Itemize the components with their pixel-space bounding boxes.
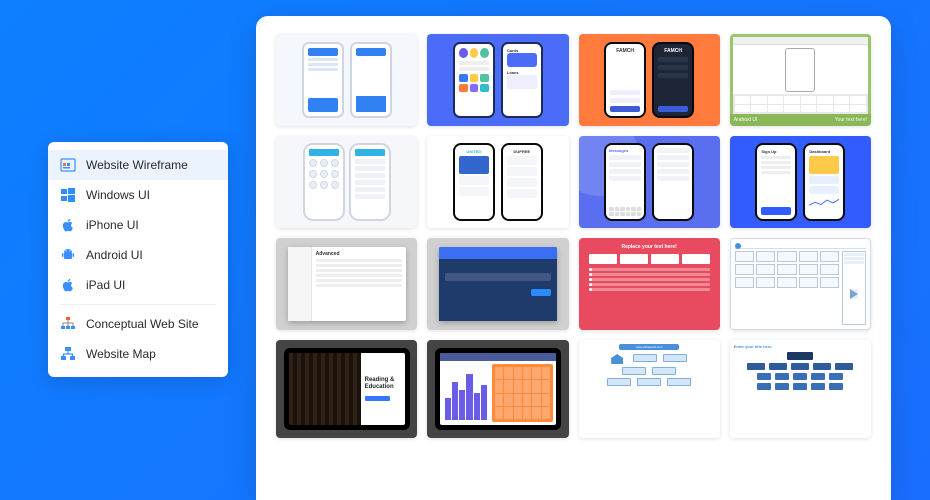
thumb-label: Sign Up [761, 149, 791, 154]
template-thumb[interactable]: Messages [579, 136, 720, 228]
thumb-title: Advanced [316, 251, 402, 257]
thumb-title: Enter your title here [734, 344, 867, 349]
template-thumb[interactable]: Reading & Education [276, 340, 417, 438]
sidebar-item-label: Conceptual Web Site [86, 317, 199, 331]
template-thumb[interactable]: UNITED DUPREE [427, 136, 568, 228]
sidebar-item-website-wireframe[interactable]: Website Wireframe [48, 150, 228, 180]
sidebar-item-label: Android UI [86, 248, 143, 262]
hierarchy-icon [60, 346, 76, 362]
sitemap-color-icon [60, 316, 76, 332]
sidebar-item-windows-ui[interactable]: Windows UI [48, 180, 228, 210]
sidebar-item-ipad-ui[interactable]: iPad UI [48, 270, 228, 300]
thumbnail-grid: CardsLoans FAMCH FAMCH Android UIYour te… [276, 34, 871, 438]
template-thumb[interactable]: FAMCH FAMCH [579, 34, 720, 126]
template-thumb[interactable] [427, 238, 568, 330]
template-thumb[interactable] [730, 238, 871, 330]
template-thumb[interactable] [276, 34, 417, 126]
template-thumb[interactable]: CardsLoans [427, 34, 568, 126]
template-gallery: CardsLoans FAMCH FAMCH Android UIYour te… [256, 16, 891, 500]
thumb-title: Messages [609, 148, 641, 153]
template-thumb[interactable]: Sign Up Dashboard [730, 136, 871, 228]
android-icon [60, 247, 76, 263]
app-canvas: Website Wireframe Windows UI iPhone UI A… [0, 0, 930, 500]
thumb-url: www.edrawsoft.com [619, 344, 679, 350]
thumb-title: Replace your text here! [589, 244, 710, 250]
windows-icon [60, 187, 76, 203]
sidebar-item-android-ui[interactable]: Android UI [48, 240, 228, 270]
sidebar-item-label: Website Wireframe [86, 158, 188, 172]
apple-icon [60, 217, 76, 233]
template-thumb[interactable]: Replace your text here! [579, 238, 720, 330]
template-thumb[interactable]: Advanced [276, 238, 417, 330]
thumb-label: Dashboard [809, 149, 839, 154]
sidebar-item-label: Windows UI [86, 188, 150, 202]
sidebar-item-label: Website Map [86, 347, 156, 361]
template-thumb[interactable] [276, 136, 417, 228]
thumb-brand: FAMCH [658, 48, 688, 54]
thumb-brand: DUPREE [507, 149, 537, 154]
template-thumb[interactable]: www.edrawsoft.com [579, 340, 720, 438]
thumb-caption: Android UI [734, 117, 758, 123]
thumb-brand: UNITED [459, 149, 489, 154]
apple-icon [60, 277, 76, 293]
thumb-title: Reading & Education [365, 377, 401, 390]
template-thumb[interactable] [427, 340, 568, 438]
home-icon [611, 354, 623, 364]
sidebar-item-label: iPad UI [86, 278, 125, 292]
sidebar-item-conceptual-web-site[interactable]: Conceptual Web Site [48, 309, 228, 339]
template-thumb[interactable]: Enter your title here [730, 340, 871, 438]
template-thumb[interactable]: Android UIYour text here! [730, 34, 871, 126]
thumb-brand: FAMCH [610, 48, 640, 54]
sidebar-item-label: iPhone UI [86, 218, 139, 232]
browser-grid-icon [60, 157, 76, 173]
divider [60, 304, 216, 305]
category-sidebar: Website Wireframe Windows UI iPhone UI A… [48, 142, 228, 377]
sidebar-item-website-map[interactable]: Website Map [48, 339, 228, 369]
sidebar-item-iphone-ui[interactable]: iPhone UI [48, 210, 228, 240]
